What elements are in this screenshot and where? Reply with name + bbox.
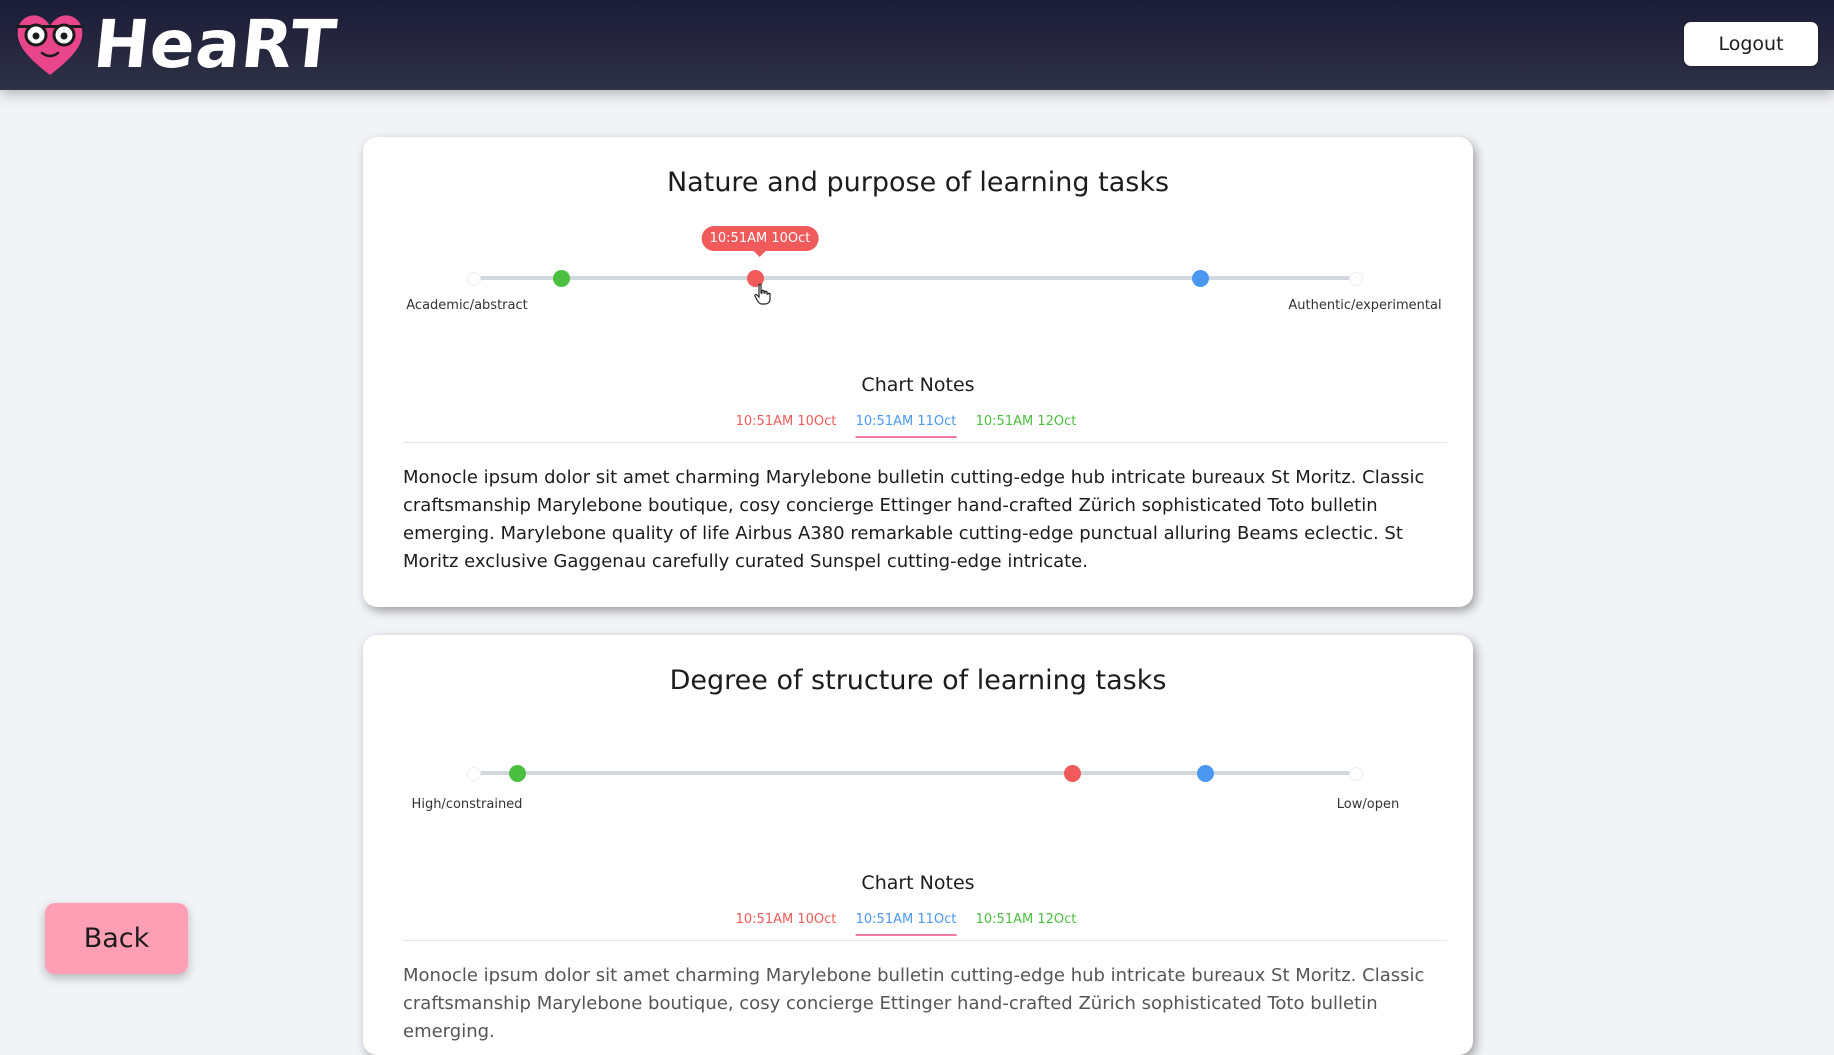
left-scale-label: Academic/abstract (406, 298, 528, 313)
hand-cursor-icon (754, 283, 771, 305)
slider-track (473, 771, 1355, 775)
top-navbar: HeaRT Logout (0, 0, 1834, 90)
slider-end (1349, 272, 1363, 286)
logo-text: HeaRT (90, 6, 341, 83)
back-button[interactable]: Back (45, 903, 188, 974)
tab-10oct[interactable]: 10:51AM 10Oct (736, 912, 837, 934)
tab-11oct[interactable]: 10:51AM 11Oct (855, 414, 957, 438)
slider-end (1349, 767, 1363, 781)
card-title: Nature and purpose of learning tasks (666, 167, 1170, 198)
chart-notes-text: Monocle ipsum dolor sit amet charming Ma… (403, 467, 1425, 572)
chart-notes-text: Monocle ipsum dolor sit amet charming Ma… (403, 965, 1425, 1042)
logout-button[interactable]: Logout (1684, 22, 1818, 66)
tab-12oct[interactable]: 10:51AM 12Oct (976, 912, 1077, 934)
marker-dot-12oct[interactable] (552, 269, 570, 287)
heart-glasses-logo-icon (16, 15, 84, 76)
tab-10oct[interactable]: 10:51AM 10Oct (736, 414, 837, 436)
tab-12oct[interactable]: 10:51AM 12Oct (976, 414, 1077, 436)
slider-start (467, 767, 481, 781)
chart-notes-title: Chart Notes (861, 872, 975, 894)
left-scale-label: High/constrained (411, 797, 523, 812)
notes-tabs: 10:51AM 10Oct 10:51AM 11Oct 10:51AM 12Oc… (403, 912, 1447, 941)
right-scale-label: Low/open (1336, 797, 1400, 812)
marker-dot-11oct[interactable] (1192, 269, 1210, 287)
tab-11oct[interactable]: 10:51AM 11Oct (855, 912, 957, 936)
logo[interactable]: HeaRT (14, 6, 341, 84)
chart-notes-title: Chart Notes (861, 374, 975, 396)
chart-card-1: Nature and purpose of learning tasks 10:… (363, 137, 1473, 607)
chart-card-2: Degree of structure of learning tasks Hi… (363, 635, 1473, 1055)
marker-tooltip: 10:51AM 10Oct (701, 226, 819, 257)
marker-dot-12oct[interactable] (508, 764, 526, 782)
card-title: Degree of structure of learning tasks (669, 665, 1167, 696)
slider-track (473, 276, 1355, 280)
slider-start (467, 272, 481, 286)
notes-tabs: 10:51AM 10Oct 10:51AM 11Oct 10:51AM 12Oc… (403, 414, 1447, 443)
marker-dot-10oct[interactable] (1064, 764, 1082, 782)
marker-dot-11oct[interactable] (1196, 764, 1214, 782)
right-scale-label: Authentic/experimental (1288, 298, 1442, 313)
